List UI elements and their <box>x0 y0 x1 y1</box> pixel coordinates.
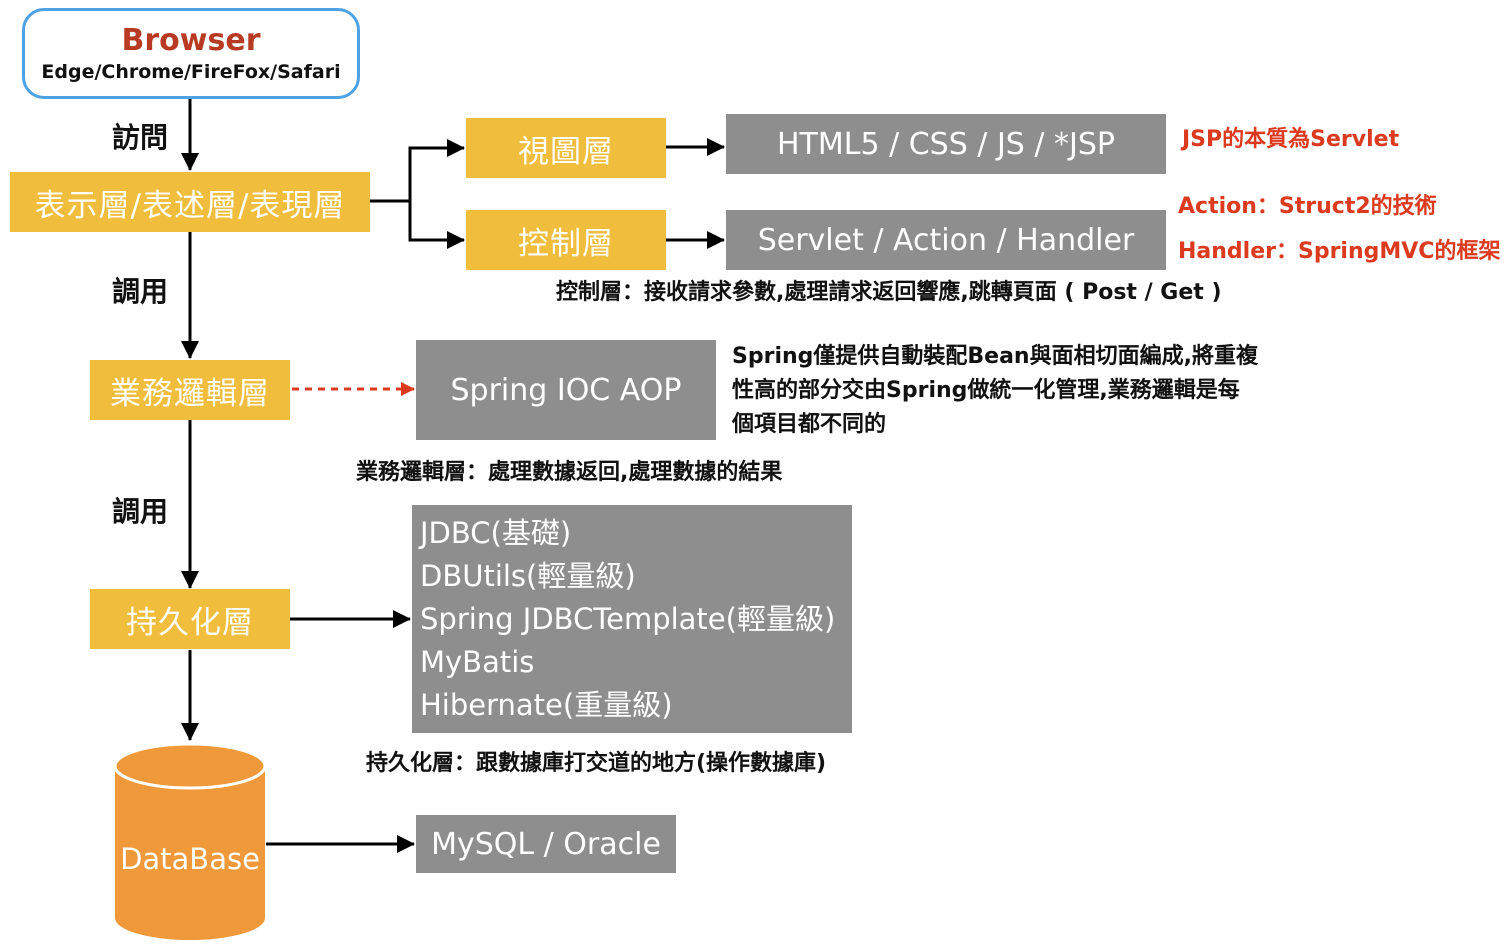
jsp-note: JSP的本質為Servlet <box>1182 127 1400 152</box>
browser-subtitle: Edge/Chrome/FireFox/Safari <box>41 60 341 83</box>
presentation-layer-box: 表示層/表述層/表現層 <box>10 172 370 232</box>
persistence-tech-item: JDBC(基礎) <box>420 515 572 550</box>
edge-label-call-2: 調用 <box>112 495 169 528</box>
action-note: Action：Struct2的技術 <box>1178 194 1437 219</box>
persistence-tech-item: Hibernate(重量級) <box>420 687 673 722</box>
edge-label-call-1: 調用 <box>112 275 169 308</box>
fork-presentation-to-view <box>370 139 465 203</box>
spring-tech-box: Spring IOC AOP <box>416 340 716 440</box>
spring-description-line: 性高的部分交由Spring做統一化管理,業務邏輯是每 <box>732 378 1240 403</box>
database-label: DataBase <box>120 842 260 876</box>
persistence-description: 持久化層：跟數據庫打交道的地方(操作數據庫) <box>366 751 827 776</box>
edge-label-visit: 訪問 <box>112 121 169 154</box>
db-tech-box: MySQL / Oracle <box>416 815 676 873</box>
control-layer-box: 控制層 <box>466 210 666 270</box>
control-description: 控制層：接收請求參數,處理請求返回響應,跳轉頁面 ( Post / Get ) <box>556 280 1222 305</box>
spring-description-line: 個項目都不同的 <box>732 412 887 437</box>
control-tech-box: Servlet / Action / Handler <box>726 210 1166 270</box>
business-description: 業務邏輯層：處理數據返回,處理數據的結果 <box>356 460 783 485</box>
persistence-tech-box: JDBC(基礎) DBUtils(輕量級) Spring JDBCTemplat… <box>412 505 852 733</box>
spring-description: Spring僅提供自動裝配Bean與面相切面編成,將重複 性高的部分交由Spri… <box>732 340 1312 442</box>
persistence-tech-item: Spring JDBCTemplate(輕量級) <box>420 601 836 636</box>
view-tech-box: HTML5 / CSS / JS / *JSP <box>726 114 1166 174</box>
view-layer-box: 視圖層 <box>466 118 666 178</box>
fork-presentation-to-control <box>408 201 465 249</box>
browser-title: Browser <box>121 22 261 58</box>
handler-note: Handler：SpringMVC的框架 <box>1178 239 1501 264</box>
persistence-layer-box: 持久化層 <box>90 589 290 649</box>
business-layer-box: 業務邏輯層 <box>90 360 290 420</box>
browser-box: Browser Edge/Chrome/FireFox/Safari <box>22 8 360 99</box>
persistence-tech-item: MyBatis <box>420 644 535 679</box>
spring-description-line: Spring僅提供自動裝配Bean與面相切面編成,將重複 <box>732 344 1258 369</box>
persistence-tech-item: DBUtils(輕量級) <box>420 558 636 593</box>
